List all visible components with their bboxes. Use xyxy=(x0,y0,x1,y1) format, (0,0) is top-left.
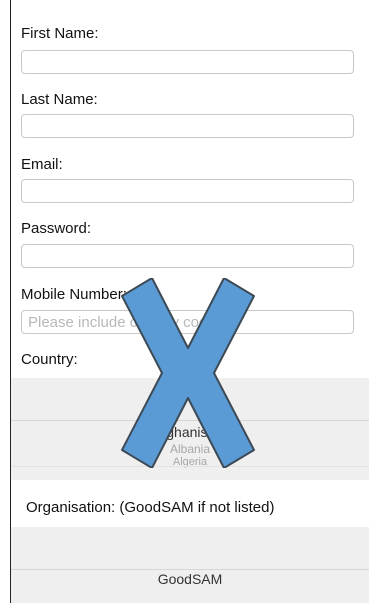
cross-mark-icon xyxy=(121,278,255,468)
organisation-label: Organisation: (GoodSAM if not listed) xyxy=(26,499,275,516)
password-input[interactable] xyxy=(21,244,354,268)
organisation-option-selected[interactable]: GoodSAM xyxy=(11,571,369,587)
first-name-input[interactable] xyxy=(21,50,354,74)
password-label: Password: xyxy=(21,220,92,237)
last-name-label: Last Name: xyxy=(21,91,98,108)
picker-divider xyxy=(11,569,369,570)
last-name-input[interactable] xyxy=(21,114,354,138)
organisation-picker[interactable]: GoodSAM xyxy=(11,527,369,603)
first-name-label: First Name: xyxy=(21,25,99,42)
email-label: Email: xyxy=(21,156,63,173)
mobile-number-label: Mobile Number: xyxy=(21,286,127,303)
country-label: Country: xyxy=(21,351,78,368)
email-input[interactable] xyxy=(21,179,354,203)
